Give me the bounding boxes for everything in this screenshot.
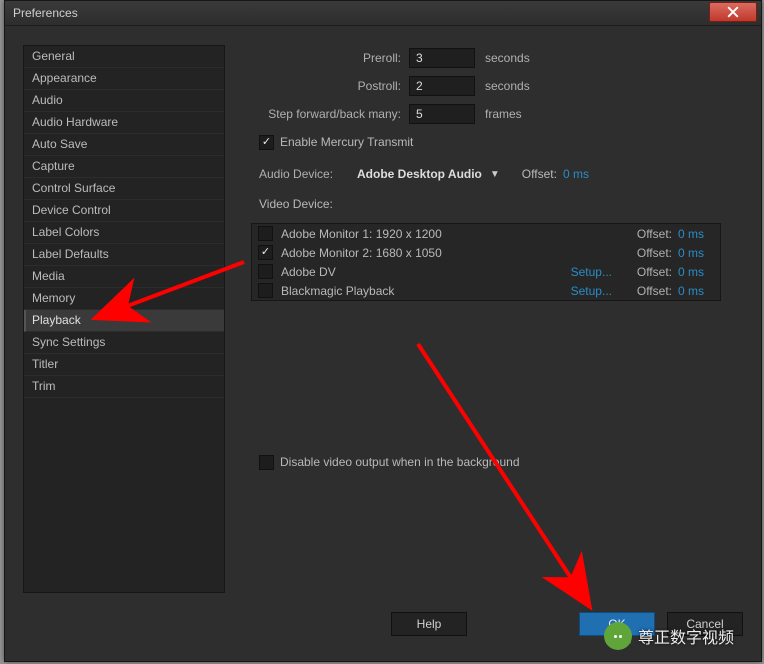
sidebar-item-auto-save[interactable]: Auto Save bbox=[24, 134, 224, 156]
video-device-offset-label: Offset: bbox=[628, 246, 678, 260]
step-input[interactable] bbox=[409, 104, 475, 124]
mercury-checkbox-row[interactable]: Enable Mercury Transmit bbox=[259, 135, 413, 150]
sidebar-item-general[interactable]: General bbox=[24, 46, 224, 68]
video-device-offset-label: Offset: bbox=[628, 284, 678, 298]
video-device-offset-label: Offset: bbox=[628, 227, 678, 241]
titlebar: Preferences bbox=[5, 1, 761, 26]
step-label: Step forward/back many: bbox=[241, 107, 409, 121]
video-device-checkbox[interactable] bbox=[258, 226, 273, 241]
audio-device-value: Adobe Desktop Audio bbox=[357, 167, 482, 181]
sidebar-item-sync-settings[interactable]: Sync Settings bbox=[24, 332, 224, 354]
sidebar-item-label-defaults[interactable]: Label Defaults bbox=[24, 244, 224, 266]
video-device-name: Adobe Monitor 2: 1680 x 1050 bbox=[273, 246, 564, 260]
video-device-checkbox[interactable] bbox=[258, 283, 273, 298]
disable-bg-label: Disable video output when in the backgro… bbox=[280, 455, 520, 469]
postroll-unit: seconds bbox=[475, 79, 530, 93]
video-device-row[interactable]: Adobe DVSetup...Offset:0 ms bbox=[252, 262, 720, 281]
close-icon bbox=[727, 6, 739, 18]
video-device-name: Adobe DV bbox=[273, 265, 564, 279]
dialog-body: GeneralAppearanceAudioAudio HardwareAuto… bbox=[15, 37, 751, 649]
sidebar-item-label-colors[interactable]: Label Colors bbox=[24, 222, 224, 244]
sidebar-item-titler[interactable]: Titler bbox=[24, 354, 224, 376]
video-device-checkbox[interactable] bbox=[258, 264, 273, 279]
preferences-sidebar: GeneralAppearanceAudioAudio HardwareAuto… bbox=[23, 45, 225, 593]
postroll-label: Postroll: bbox=[241, 79, 409, 93]
video-device-offset-label: Offset: bbox=[628, 265, 678, 279]
video-device-row[interactable]: Adobe Monitor 1: 1920 x 1200 Offset:0 ms bbox=[252, 224, 720, 243]
postroll-input[interactable] bbox=[409, 76, 475, 96]
video-device-checkbox[interactable] bbox=[258, 245, 273, 260]
watermark: 尊正数字视频 bbox=[604, 622, 734, 650]
sidebar-item-trim[interactable]: Trim bbox=[24, 376, 224, 398]
playback-panel: Preroll: seconds Postroll: seconds Step … bbox=[241, 45, 751, 593]
mercury-label: Enable Mercury Transmit bbox=[280, 135, 413, 149]
audio-offset-label: Offset: bbox=[522, 167, 563, 181]
sidebar-item-appearance[interactable]: Appearance bbox=[24, 68, 224, 90]
video-device-offset-value[interactable]: 0 ms bbox=[678, 227, 714, 241]
video-device-label: Video Device: bbox=[241, 197, 333, 211]
audio-offset-value[interactable]: 0 ms bbox=[563, 167, 589, 181]
close-button[interactable] bbox=[709, 2, 757, 22]
preroll-unit: seconds bbox=[475, 51, 530, 65]
video-device-name: Adobe Monitor 1: 1920 x 1200 bbox=[273, 227, 564, 241]
preroll-input[interactable] bbox=[409, 48, 475, 68]
step-unit: frames bbox=[475, 107, 522, 121]
sidebar-item-playback[interactable]: Playback bbox=[24, 310, 224, 332]
sidebar-item-media[interactable]: Media bbox=[24, 266, 224, 288]
disable-bg-checkbox[interactable] bbox=[259, 455, 274, 470]
sidebar-item-capture[interactable]: Capture bbox=[24, 156, 224, 178]
video-device-list: Adobe Monitor 1: 1920 x 1200Offset:0 msA… bbox=[251, 223, 721, 301]
chat-bubble-icon bbox=[604, 622, 632, 650]
sidebar-item-audio-hardware[interactable]: Audio Hardware bbox=[24, 112, 224, 134]
video-device-row[interactable]: Blackmagic PlaybackSetup...Offset:0 ms bbox=[252, 281, 720, 300]
video-device-offset-value[interactable]: 0 ms bbox=[678, 284, 714, 298]
watermark-text: 尊正数字视频 bbox=[638, 624, 734, 648]
video-device-name: Blackmagic Playback bbox=[273, 284, 564, 298]
sidebar-item-control-surface[interactable]: Control Surface bbox=[24, 178, 224, 200]
mercury-checkbox[interactable] bbox=[259, 135, 274, 150]
video-device-setup-link[interactable]: Setup... bbox=[564, 284, 628, 298]
chevron-down-icon: ▼ bbox=[490, 169, 500, 180]
video-device-offset-value[interactable]: 0 ms bbox=[678, 246, 714, 260]
preferences-window: Preferences GeneralAppearanceAudioAudio … bbox=[4, 0, 762, 662]
sidebar-item-device-control[interactable]: Device Control bbox=[24, 200, 224, 222]
sidebar-item-memory[interactable]: Memory bbox=[24, 288, 224, 310]
video-device-offset-value[interactable]: 0 ms bbox=[678, 265, 714, 279]
help-button[interactable]: Help bbox=[391, 612, 467, 636]
video-device-setup-link[interactable]: Setup... bbox=[564, 265, 628, 279]
sidebar-item-audio[interactable]: Audio bbox=[24, 90, 224, 112]
video-device-row[interactable]: Adobe Monitor 2: 1680 x 1050 Offset:0 ms bbox=[252, 243, 720, 262]
preroll-label: Preroll: bbox=[241, 51, 409, 65]
audio-device-label: Audio Device: bbox=[241, 167, 353, 181]
audio-device-select[interactable]: Adobe Desktop Audio ▼ bbox=[353, 164, 504, 184]
window-title: Preferences bbox=[5, 6, 78, 20]
